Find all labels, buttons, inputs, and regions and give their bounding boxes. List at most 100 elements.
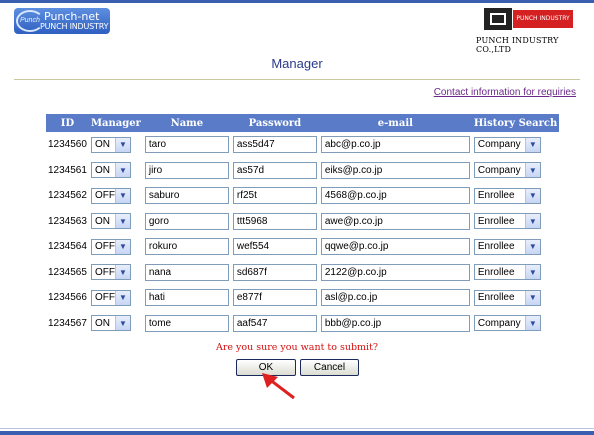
table-row: 1234562 OFF ▼ saburo rf25t 4568@p.co.jp Enroll… — [46, 183, 559, 209]
manager-value: ON — [94, 139, 110, 151]
password-input[interactable]: sd687f — [232, 263, 317, 281]
name-input[interactable]: tome — [144, 314, 229, 332]
table-row: 1234561 ON ▼ jiro as57d eiks@p.co.jp Company ▼ — [46, 158, 559, 184]
row-id: 1234563 — [48, 215, 87, 227]
row-id: 1234566 — [48, 292, 87, 304]
name-input[interactable]: saburo — [144, 187, 229, 205]
manager-select[interactable]: ON ▼ — [90, 136, 131, 153]
row-id: 1234562 — [48, 190, 87, 202]
history-search-value: Enrollee — [477, 241, 515, 253]
password-input[interactable]: ass5d47 — [232, 136, 317, 154]
row-id: 1234561 — [48, 164, 87, 176]
row-id: 1234560 — [48, 139, 87, 151]
password-input[interactable]: ttt5968 — [232, 212, 317, 230]
email-input[interactable]: eiks@p.co.jp — [320, 161, 470, 179]
chevron-down-icon[interactable]: ▼ — [524, 239, 540, 254]
history-search-select[interactable]: Company ▼ — [473, 162, 541, 179]
logo-brand-text: PUNCH INDUSTRY — [513, 10, 573, 28]
history-search-select[interactable]: Enrollee ▼ — [473, 264, 541, 281]
email-input[interactable]: bbb@p.co.jp — [320, 314, 470, 332]
password-input[interactable]: aaf547 — [232, 314, 317, 332]
manager-select[interactable]: ON ▼ — [90, 213, 131, 230]
user-table: ID Manager Name Password e-mail History … — [46, 114, 560, 337]
manager-select[interactable]: OFF ▼ — [90, 238, 131, 255]
red-arrow-pointer-icon — [262, 373, 295, 400]
name-input[interactable]: jiro — [144, 161, 229, 179]
history-search-select[interactable]: Enrollee ▼ — [473, 289, 541, 306]
name-input[interactable]: nana — [144, 263, 229, 281]
chevron-down-icon[interactable]: ▼ — [114, 137, 130, 152]
history-search-value: Company — [477, 317, 521, 329]
manager-select[interactable]: ON ▼ — [90, 315, 131, 332]
table-row: 1234566 OFF ▼ hati e877f asl@p.co.jp Enrollee ▼ — [46, 285, 559, 311]
history-search-select[interactable]: Company ▼ — [473, 315, 541, 332]
history-search-value: Company — [477, 139, 521, 151]
email-input[interactable]: awe@p.co.jp — [320, 212, 470, 230]
chevron-down-icon[interactable]: ▼ — [114, 163, 130, 178]
header-divider — [14, 79, 580, 80]
manager-value: ON — [94, 164, 110, 176]
email-input[interactable]: 2122@p.co.jp — [320, 263, 470, 281]
password-input[interactable]: rf25t — [232, 187, 317, 205]
manager-value: ON — [94, 215, 110, 227]
contact-link[interactable]: Contact information for requiries — [434, 87, 576, 98]
name-input[interactable]: goro — [144, 212, 229, 230]
row-id: 1234565 — [48, 266, 87, 278]
email-input[interactable]: qqwe@p.co.jp — [320, 238, 470, 256]
chevron-down-icon[interactable]: ▼ — [114, 290, 130, 305]
window-bottom-border — [0, 431, 594, 435]
email-input[interactable]: 4568@p.co.jp — [320, 187, 470, 205]
chevron-down-icon[interactable]: ▼ — [524, 214, 540, 229]
column-header-id: ID — [46, 114, 89, 132]
email-input[interactable]: asl@p.co.jp — [320, 289, 470, 307]
chevron-down-icon[interactable]: ▼ — [524, 265, 540, 280]
page-title: Manager — [271, 56, 323, 71]
password-input[interactable]: e877f — [232, 289, 317, 307]
bottom-divider — [0, 428, 594, 429]
manager-select[interactable]: ON ▼ — [90, 162, 131, 179]
chevron-down-icon[interactable]: ▼ — [114, 316, 130, 331]
chevron-down-icon[interactable]: ▼ — [114, 214, 130, 229]
name-input[interactable]: taro — [144, 136, 229, 154]
chevron-down-icon[interactable]: ▼ — [524, 316, 540, 331]
company-name: PUNCH INDUSTRY CO.,LTD — [476, 36, 559, 54]
history-search-value: Company — [477, 164, 521, 176]
history-search-select[interactable]: Enrollee ▼ — [473, 238, 541, 255]
manager-value: OFF — [94, 266, 115, 278]
table-row: 1234560 ON ▼ taro ass5d47 abc@p.co.jp Company ▼ — [46, 132, 559, 158]
password-input[interactable]: as57d — [232, 161, 317, 179]
row-id: 1234564 — [48, 241, 87, 253]
manager-select[interactable]: OFF ▼ — [90, 187, 131, 204]
logo-mini-text: Punch — [20, 17, 40, 24]
manager-select[interactable]: OFF ▼ — [90, 289, 131, 306]
chevron-down-icon[interactable]: ▼ — [524, 137, 540, 152]
factory-icon — [484, 8, 512, 30]
manager-value: OFF — [94, 190, 115, 202]
chevron-down-icon[interactable]: ▼ — [524, 163, 540, 178]
table-header-row: ID Manager Name Password e-mail History … — [46, 114, 560, 132]
chevron-down-icon[interactable]: ▼ — [524, 188, 540, 203]
table-row: 1234563 ON ▼ goro ttt5968 awe@p.co.jp Enrollee… — [46, 209, 559, 235]
manager-value: ON — [94, 317, 110, 329]
chevron-down-icon[interactable]: ▼ — [114, 239, 130, 254]
manager-value: OFF — [94, 292, 115, 304]
name-input[interactable]: rokuro — [144, 238, 229, 256]
table-row: 1234567 ON ▼ tome aaf547 bbb@p.co.jp Company ▼ — [46, 311, 559, 337]
column-header-email: e-mail — [318, 114, 472, 132]
chevron-down-icon[interactable]: ▼ — [524, 290, 540, 305]
history-search-select[interactable]: Enrollee ▼ — [473, 187, 541, 204]
name-input[interactable]: hati — [144, 289, 229, 307]
column-header-name: Name — [142, 114, 231, 132]
row-id: 1234567 — [48, 317, 87, 329]
history-search-value: Enrollee — [477, 292, 515, 304]
password-input[interactable]: wef554 — [232, 238, 317, 256]
manager-select[interactable]: OFF ▼ — [90, 264, 131, 281]
chevron-down-icon[interactable]: ▼ — [114, 188, 130, 203]
window-top-border — [0, 0, 594, 3]
column-header-manager: Manager — [88, 114, 143, 132]
email-input[interactable]: abc@p.co.jp — [320, 136, 470, 154]
confirm-message: Are you sure you want to submit? — [215, 342, 378, 353]
chevron-down-icon[interactable]: ▼ — [114, 265, 130, 280]
history-search-select[interactable]: Enrollee ▼ — [473, 213, 541, 230]
history-search-select[interactable]: Company ▼ — [473, 136, 541, 153]
